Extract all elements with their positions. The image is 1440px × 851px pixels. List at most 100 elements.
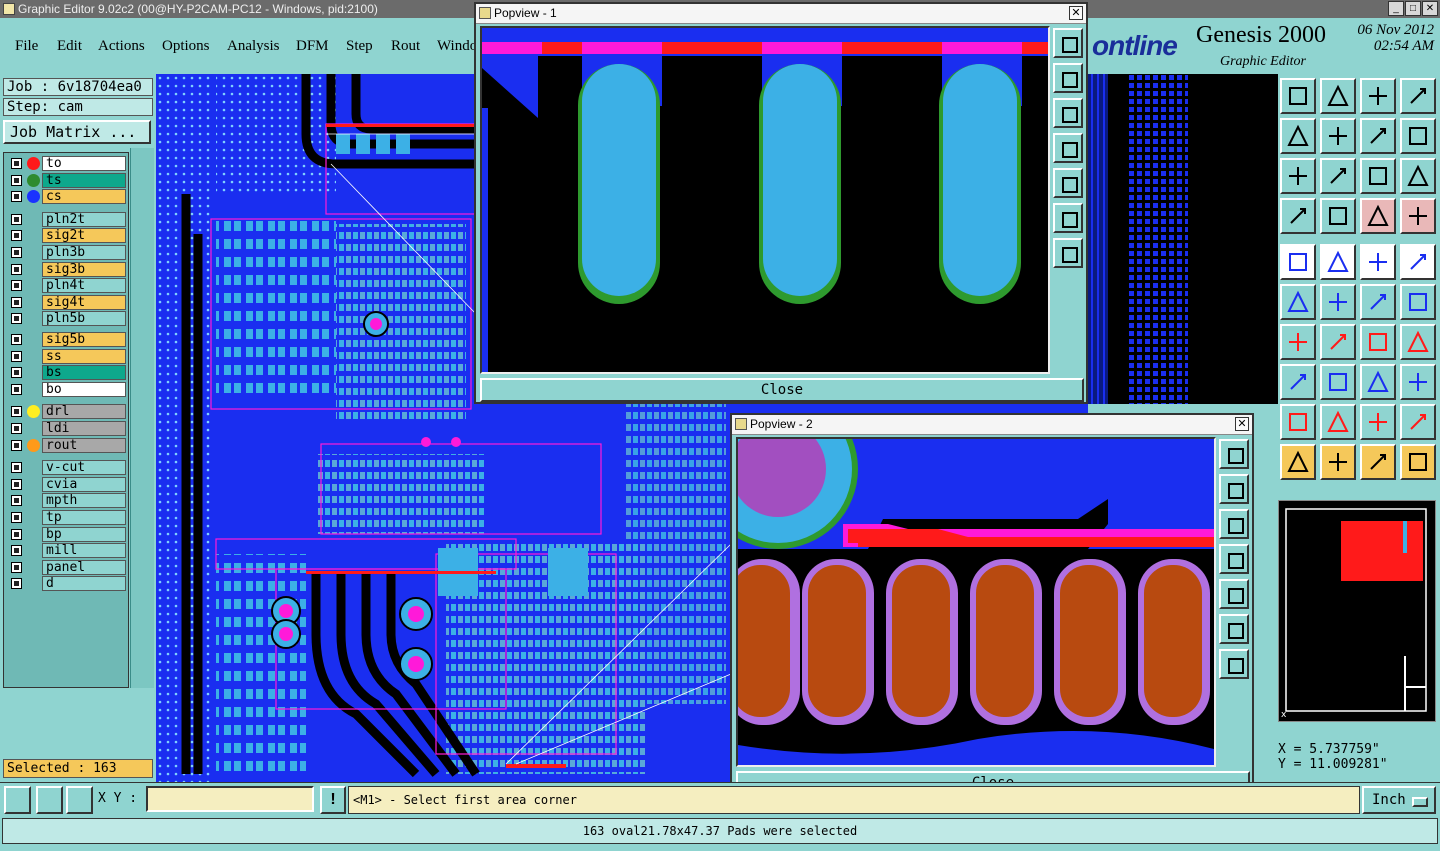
menu-rout[interactable]: Rout [391, 38, 420, 55]
menu-step[interactable]: Step [346, 38, 373, 55]
xy-input[interactable] [146, 786, 314, 812]
measure-area-icon[interactable] [1360, 404, 1396, 440]
layer-row-tp[interactable]: tp [6, 510, 128, 525]
layer-row-pln4t[interactable]: pln4t [6, 278, 128, 294]
snap-line-icon[interactable] [1320, 364, 1356, 400]
symbol-edit-icon[interactable] [1400, 324, 1436, 360]
snap-pad-icon[interactable] [1280, 364, 1316, 400]
close-icon[interactable]: ✕ [1235, 417, 1249, 431]
layer-name[interactable]: sig2t [42, 228, 126, 244]
layer-checkbox[interactable] [11, 230, 22, 242]
layer-name[interactable]: pln2t [42, 211, 126, 227]
menu-actions[interactable]: Actions [98, 38, 145, 55]
window-icon[interactable] [1400, 78, 1436, 114]
layer-row-sig2t[interactable]: sig2t [6, 228, 128, 244]
layer-row-cvia[interactable]: cvia [6, 476, 128, 492]
layer-row-bp[interactable]: bp [6, 526, 128, 542]
pv2-pan-up-icon[interactable] [1219, 474, 1249, 504]
menu-edit[interactable]: Edit [57, 38, 82, 55]
layer-checkbox[interactable] [11, 213, 22, 225]
layer-row-pln2t[interactable]: pln2t [6, 211, 128, 227]
layer-name[interactable]: bs [42, 365, 126, 381]
pv1-pan-right-icon[interactable] [1053, 168, 1083, 198]
layer-row-drl[interactable]: drl [6, 404, 128, 420]
layer-compare-icon[interactable] [1360, 198, 1396, 234]
pv2-pan-down-icon[interactable] [1219, 509, 1249, 539]
layer-checkbox[interactable] [11, 158, 22, 169]
close-window-button[interactable]: ✕ [1422, 1, 1438, 16]
layer-scrollbar[interactable] [130, 148, 154, 688]
arc-icon[interactable] [1360, 324, 1396, 360]
menu-dfm[interactable]: DFM [296, 38, 329, 55]
layer-row-sig5b[interactable]: sig5b [6, 332, 128, 347]
layer-name[interactable]: cs [42, 189, 126, 205]
layer-checkbox[interactable] [11, 383, 22, 395]
layer-row-cs[interactable]: cs [6, 189, 128, 205]
pv1-pan-down-icon[interactable] [1053, 98, 1083, 128]
layer-name[interactable]: tp [42, 510, 126, 525]
minimize-button[interactable]: _ [1388, 1, 1404, 16]
layer-checkbox[interactable] [11, 334, 22, 345]
maximize-button[interactable]: □ [1405, 1, 1421, 16]
measure-icon[interactable] [36, 786, 63, 814]
pv2-zoom-in-icon[interactable] [1219, 614, 1249, 644]
add-surface-icon[interactable] [1360, 244, 1396, 280]
layer-row-d[interactable]: d [6, 576, 128, 592]
flip-icon[interactable] [1400, 118, 1436, 154]
pv2-zoom-home-icon[interactable] [1219, 439, 1249, 469]
layer-row-pln5b[interactable]: pln5b [6, 311, 128, 327]
line-edit-icon[interactable] [1320, 324, 1356, 360]
snap-center-icon[interactable] [1400, 364, 1436, 400]
select-pad-alt-icon[interactable] [1400, 284, 1436, 320]
select-pad-icon[interactable] [1360, 284, 1396, 320]
layer-name[interactable]: mill [42, 543, 126, 559]
layer-checkbox[interactable] [11, 263, 22, 275]
popview-2-canvas[interactable] [736, 437, 1216, 767]
pv1-zoom-in-icon[interactable] [1053, 203, 1083, 233]
layer-row-pln3b[interactable]: pln3b [6, 245, 128, 260]
warning-button[interactable]: ! [320, 786, 346, 814]
layer-row-ldi[interactable]: ldi [6, 421, 128, 436]
pan-left-icon[interactable] [1280, 118, 1316, 154]
ruler-icon[interactable] [1280, 198, 1316, 234]
layer-row-v-cut[interactable]: v-cut [6, 460, 128, 476]
layer-name[interactable]: pln4t [42, 278, 126, 294]
scale-1-2-icon[interactable] [1360, 158, 1396, 194]
pv1-zoom-out-icon[interactable] [1053, 238, 1083, 268]
layer-checkbox[interactable] [11, 296, 22, 308]
layer-row-mpth[interactable]: mpth [6, 493, 128, 509]
layer-checkbox[interactable] [11, 439, 22, 451]
layer-name[interactable]: ldi [42, 421, 126, 436]
layer-checkbox[interactable] [11, 350, 22, 362]
pv2-pan-left-icon[interactable] [1219, 544, 1249, 574]
add-line-icon[interactable] [1320, 244, 1356, 280]
layer-name[interactable]: sig5b [42, 332, 126, 347]
pv1-pan-up-icon[interactable] [1053, 63, 1083, 93]
layer-checkbox[interactable] [11, 478, 22, 490]
layer-name[interactable]: ss [42, 348, 126, 364]
pointer-box-icon[interactable] [1320, 444, 1356, 480]
layer-checkbox[interactable] [11, 578, 22, 590]
layer-name[interactable]: v-cut [42, 460, 126, 476]
zoom-fit-icon[interactable] [4, 786, 31, 814]
snap-midpoint-icon[interactable] [1360, 364, 1396, 400]
layer-row-bs[interactable]: bs [6, 365, 128, 381]
rotate-icon[interactable] [1360, 118, 1396, 154]
layer-name[interactable]: panel [42, 559, 126, 575]
pv1-zoom-home-icon[interactable] [1053, 28, 1083, 58]
layer-row-ts[interactable]: ts [6, 172, 128, 188]
layer-name[interactable]: bo [42, 381, 126, 397]
grid-icon[interactable] [1320, 198, 1356, 234]
layer-row-panel[interactable]: panel [6, 559, 128, 575]
move-down-icon[interactable] [1320, 78, 1356, 114]
select-cross-icon[interactable] [1320, 284, 1356, 320]
home-icon[interactable] [1360, 78, 1396, 114]
layer-row-mill[interactable]: mill [6, 543, 128, 559]
layer-checkbox[interactable] [11, 313, 22, 325]
overview-map[interactable]: x [1278, 500, 1436, 722]
menu-window[interactable]: Windo [437, 38, 477, 55]
layer-checkbox[interactable] [11, 561, 22, 573]
layer-name[interactable]: bp [42, 526, 126, 542]
pan-right-icon[interactable] [1320, 118, 1356, 154]
layer-name[interactable]: d [42, 576, 126, 592]
